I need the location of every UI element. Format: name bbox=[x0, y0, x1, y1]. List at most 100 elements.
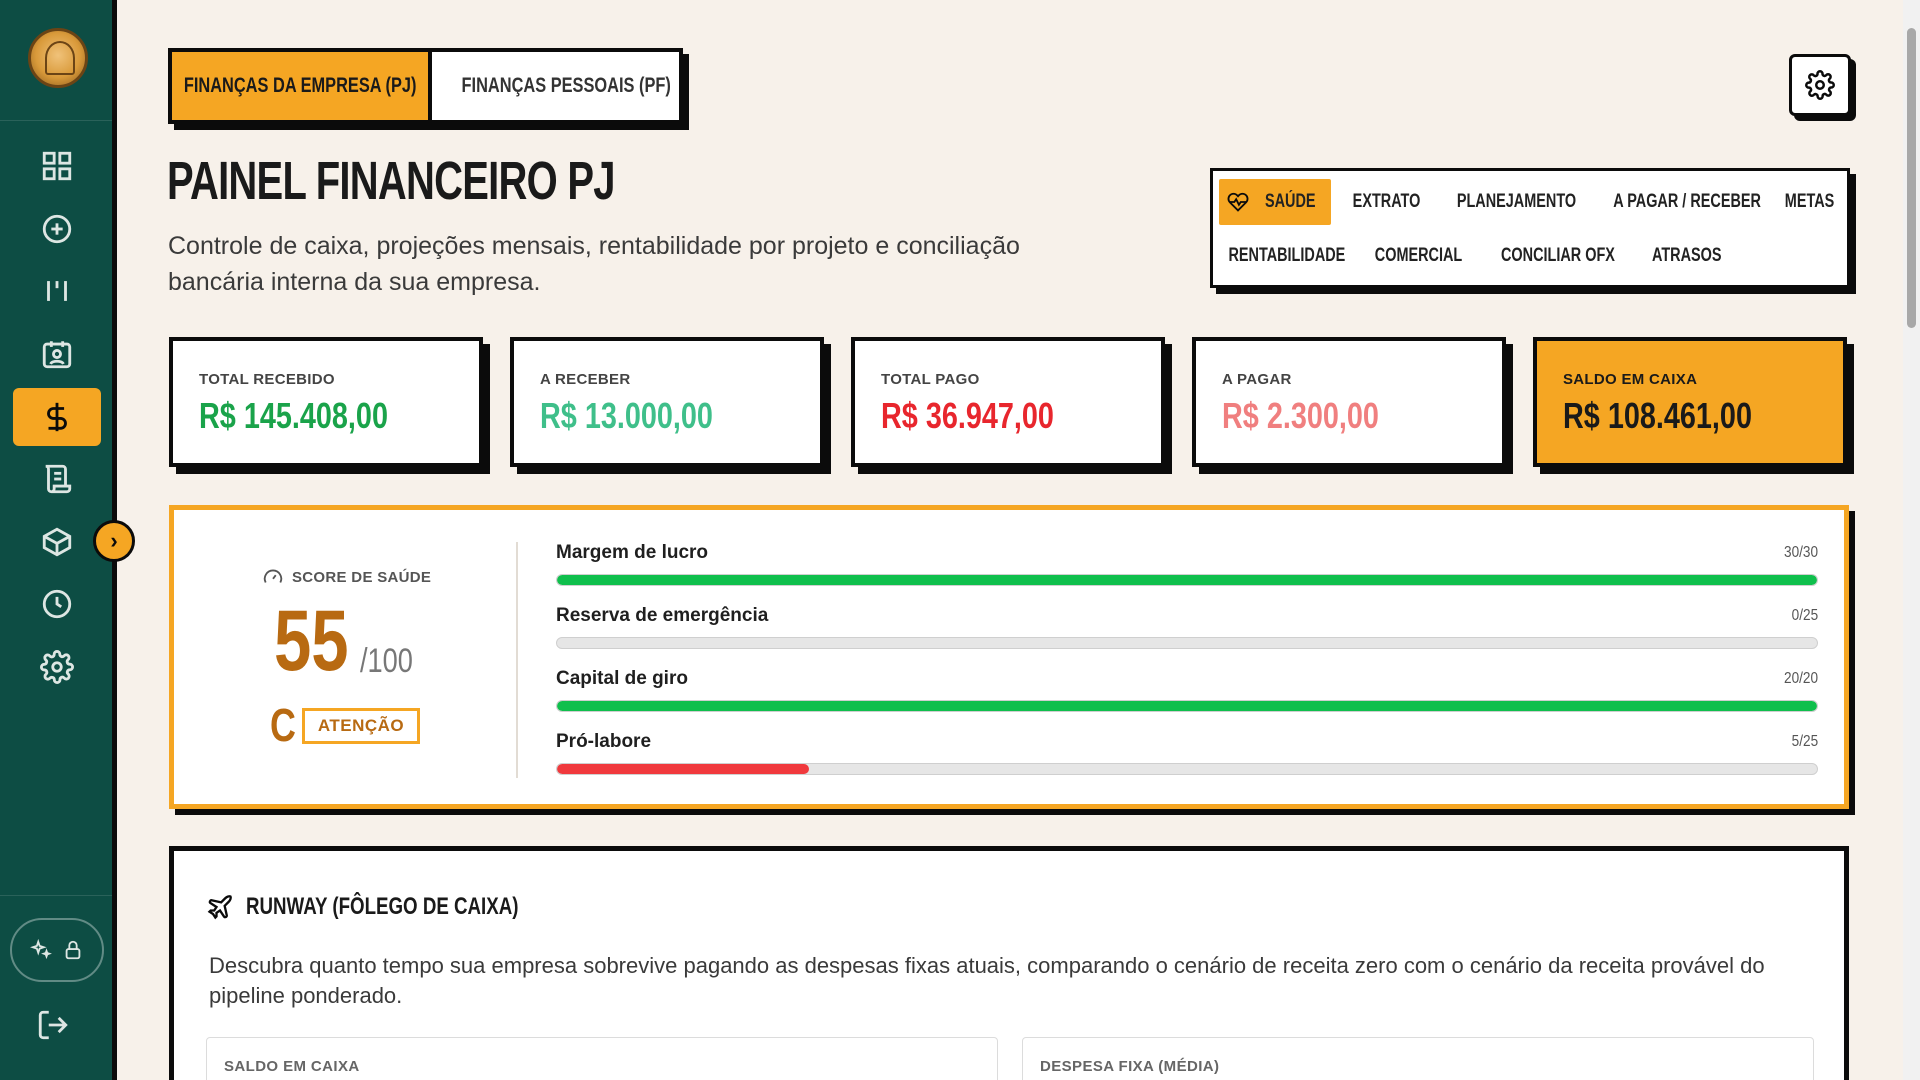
stat-label: TOTAL RECEBIDO bbox=[199, 371, 335, 388]
page-title: PAINEL FINANCEIRO PJ bbox=[167, 151, 616, 211]
stat-card-a-pagar: A PAGAR R$ 2.300,00 bbox=[1192, 337, 1506, 467]
sidebar-divider bbox=[0, 895, 112, 896]
sidebar-divider bbox=[0, 120, 112, 121]
tab-rentabilidade[interactable]: RENTABILIDADE bbox=[1219, 233, 1355, 279]
stat-card-saldo-em-caixa: SALDO EM CAIXA R$ 108.461,00 bbox=[1533, 337, 1847, 467]
runway-title: RUNWAY (FÔLEGO DE CAIXA) bbox=[206, 893, 595, 921]
calendar-user-icon bbox=[42, 341, 72, 369]
progress-fill bbox=[557, 575, 1817, 585]
sidebar-item-settings[interactable] bbox=[13, 638, 101, 696]
gear-icon bbox=[40, 650, 74, 684]
runway-description: Descubra quanto tempo sua empresa sobrev… bbox=[209, 953, 1765, 1008]
kanban-icon bbox=[47, 281, 67, 301]
stat-label: A PAGAR bbox=[1222, 371, 1292, 388]
stat-label: TOTAL PAGO bbox=[881, 371, 980, 388]
plus-circle-icon bbox=[42, 214, 72, 244]
tab-a-pagar-receber[interactable]: A PAGAR / RECEBER bbox=[1597, 179, 1777, 225]
lock-icon bbox=[65, 940, 81, 960]
sparkles-icon bbox=[30, 939, 52, 960]
progress-bar bbox=[556, 763, 1818, 775]
app-logo[interactable] bbox=[28, 28, 88, 88]
tab-conciliar-ofx[interactable]: CONCILIAR OFX bbox=[1483, 233, 1633, 279]
tab-label: RENTABILIDADE bbox=[1228, 245, 1346, 266]
heart-pulse-icon bbox=[1227, 192, 1249, 212]
clock-icon bbox=[42, 589, 72, 619]
tab-label: COMERCIAL bbox=[1375, 245, 1463, 266]
runway-box-label: SALDO EM CAIXA bbox=[224, 1058, 360, 1075]
metric-name: Capital de giro bbox=[556, 668, 688, 689]
runway-despesa-box: DESPESA FIXA (MÉDIA) bbox=[1022, 1037, 1814, 1080]
divider bbox=[516, 542, 518, 778]
sidebar-item-dashboard[interactable] bbox=[13, 137, 101, 195]
progress-fill bbox=[557, 764, 809, 774]
metric-score: 5/25 bbox=[1791, 733, 1818, 750]
health-score-value: 55 bbox=[274, 593, 349, 689]
tab-label: SAÚDE bbox=[1264, 191, 1316, 212]
metric-capital-de-giro: Capital de giro 20/20 bbox=[556, 668, 1818, 712]
scrollbar-thumb[interactable] bbox=[1907, 28, 1916, 328]
toggle-company-finance[interactable]: FINANÇAS DA EMPRESA (PJ) bbox=[172, 52, 432, 120]
score-label: SCORE DE SAÚDE bbox=[262, 566, 431, 588]
stat-card-total-recebido: TOTAL RECEBIDO R$ 145.408,00 bbox=[169, 337, 483, 467]
tab-label: CONCILIAR OFX bbox=[1501, 245, 1615, 266]
metric-name: Margem de lucro bbox=[556, 542, 709, 563]
score-label-text: SCORE DE SAÚDE bbox=[292, 568, 432, 586]
runway-title-text: RUNWAY (FÔLEGO DE CAIXA) bbox=[246, 893, 519, 920]
progress-fill bbox=[557, 701, 1817, 711]
stat-value: R$ 36.947,00 bbox=[881, 395, 1054, 436]
metric-name: Pró-labore bbox=[556, 731, 652, 752]
runway-box-label: DESPESA FIXA (MÉDIA) bbox=[1040, 1058, 1220, 1075]
stat-value: R$ 108.461,00 bbox=[1563, 395, 1752, 436]
progress-bar bbox=[556, 574, 1818, 586]
section-tabs: SAÚDE EXTRATO PLANEJAMENTO A PAGAR / REC… bbox=[1210, 168, 1850, 288]
tab-saude[interactable]: SAÚDE bbox=[1219, 179, 1331, 225]
tab-metas[interactable]: METAS bbox=[1777, 179, 1843, 225]
sidebar-item-kanban[interactable] bbox=[13, 262, 101, 320]
metric-score: 30/30 bbox=[1783, 544, 1818, 561]
metric-score: 0/25 bbox=[1791, 607, 1818, 624]
runway-panel: RUNWAY (FÔLEGO DE CAIXA) Descubra quanto… bbox=[169, 846, 1849, 1080]
health-score-panel: SCORE DE SAÚDE 55 /100 C ATENÇÃO Margem … bbox=[169, 505, 1849, 809]
tab-label: A PAGAR / RECEBER bbox=[1613, 191, 1761, 212]
metric-reserva-de-emergencia: Reserva de emergência 0/25 bbox=[556, 605, 1818, 649]
toggle-personal-label: FINANÇAS PESSOAIS (PF) bbox=[461, 74, 671, 97]
metric-name: Reserva de emergência bbox=[556, 605, 769, 626]
metric-margem-de-lucro: Margem de lucro 30/30 bbox=[556, 542, 1818, 586]
toggle-company-label: FINANÇAS DA EMPRESA (PJ) bbox=[183, 74, 417, 97]
sidebar-item-finance[interactable] bbox=[13, 388, 101, 446]
stat-card-total-pago: TOTAL PAGO R$ 36.947,00 bbox=[851, 337, 1165, 467]
stat-label: SALDO EM CAIXA bbox=[1563, 371, 1698, 388]
tab-label: METAS bbox=[1785, 191, 1835, 212]
scroll-icon bbox=[45, 464, 72, 494]
tab-planejamento[interactable]: PLANEJAMENTO bbox=[1441, 179, 1591, 225]
page-subtitle: Controle de caixa, projeções mensais, re… bbox=[168, 232, 1020, 296]
page-scrollbar[interactable] bbox=[1903, 0, 1920, 1080]
gear-icon bbox=[1805, 70, 1835, 100]
logout-icon bbox=[38, 1010, 68, 1040]
tab-extrato[interactable]: EXTRATO bbox=[1337, 179, 1437, 225]
tab-atrasos[interactable]: ATRASOS bbox=[1637, 233, 1737, 279]
sidebar-collapse-button[interactable]: › bbox=[93, 520, 135, 562]
stat-value: R$ 13.000,00 bbox=[540, 395, 713, 436]
box-icon bbox=[42, 527, 72, 557]
sidebar-item-products[interactable] bbox=[13, 513, 101, 571]
progress-bar bbox=[556, 700, 1818, 712]
settings-button[interactable] bbox=[1789, 54, 1851, 116]
health-grade: C bbox=[270, 699, 296, 751]
ai-assistant-button[interactable] bbox=[10, 918, 104, 982]
plane-icon bbox=[207, 895, 232, 920]
toggle-personal-finance[interactable]: FINANÇAS PESSOAIS (PF) bbox=[432, 52, 700, 120]
sidebar-item-new[interactable] bbox=[13, 200, 101, 258]
tab-comercial[interactable]: COMERCIAL bbox=[1359, 233, 1479, 279]
health-score-max: /100 bbox=[360, 642, 413, 680]
metric-score: 20/20 bbox=[1783, 670, 1818, 687]
dollar-icon bbox=[47, 402, 67, 432]
stat-card-a-receber: A RECEBER R$ 13.000,00 bbox=[510, 337, 824, 467]
logout-button[interactable] bbox=[36, 1008, 70, 1047]
sidebar-item-schedule[interactable] bbox=[13, 325, 101, 383]
tab-label: EXTRATO bbox=[1353, 191, 1421, 212]
tab-label: PLANEJAMENTO bbox=[1456, 191, 1576, 212]
sidebar-item-history[interactable] bbox=[13, 575, 101, 633]
sidebar-item-contracts[interactable] bbox=[13, 450, 101, 508]
grid-icon bbox=[42, 151, 72, 181]
